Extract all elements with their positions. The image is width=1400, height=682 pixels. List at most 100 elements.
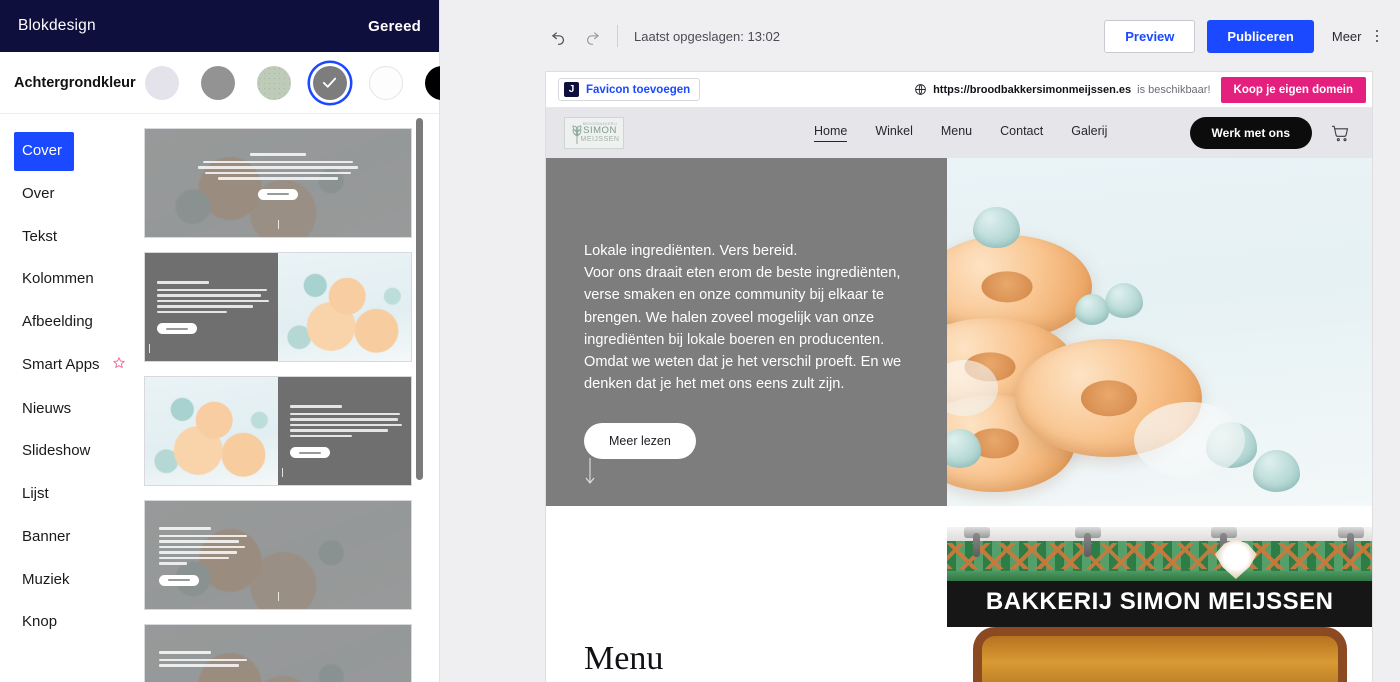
read-more-button[interactable]: Meer lezen <box>584 423 696 460</box>
nav-link-galerij[interactable]: Galerij <box>1071 124 1107 142</box>
block-item-label: Kolommen <box>22 270 94 288</box>
domain-url-text: https://broodbakkersimonmeijssen.es <box>933 83 1132 96</box>
block-item-knop[interactable]: Knop <box>0 603 140 642</box>
color-swatch-group <box>136 63 462 103</box>
layout-thumbnail[interactable] <box>144 376 412 486</box>
block-item-cover[interactable]: Cover <box>14 132 74 171</box>
thumbnail-text-lines <box>159 651 279 670</box>
site-preview-canvas: J Favicon toevoegen https://broodbakkers… <box>440 72 1400 682</box>
block-item-label: Cover <box>22 142 63 159</box>
panel-body: Cover Over Tekst Kolommen Afbeelding Smart Ap… <box>0 114 439 682</box>
preview-button[interactable]: Preview <box>1104 19 1196 53</box>
block-item-label: Over <box>22 184 55 202</box>
panel-title: Blokdesign <box>18 17 96 34</box>
layout-thumbnail[interactable] <box>144 500 412 610</box>
block-item-smart-apps[interactable]: Smart Apps <box>0 346 140 386</box>
block-item-afbeelding[interactable]: Afbeelding <box>0 303 140 342</box>
block-item-label: Knop <box>22 613 58 631</box>
buy-domain-button[interactable]: Koop je eigen domein <box>1220 76 1366 103</box>
color-swatch-dark-gray[interactable] <box>310 63 350 103</box>
thumbnail-button <box>258 188 298 200</box>
more-label[interactable]: Meer <box>1326 29 1362 44</box>
block-item-label: Afbeelding <box>22 313 93 330</box>
block-item-nieuws[interactable]: Nieuws <box>0 390 140 429</box>
hero-heading: Lokale ingrediënten. Vers bereid. <box>584 243 798 259</box>
editor-toolbar: Laatst opgeslagen: 13:02 Preview Publice… <box>440 0 1400 72</box>
storefront-sign-text: BAKKERIJ SIMON MEIJSSEN <box>985 588 1334 615</box>
color-swatch-mid-gray[interactable] <box>198 63 238 103</box>
nav-link-contact[interactable]: Contact <box>1000 124 1043 142</box>
block-item-muziek[interactable]: Muziek <box>0 561 140 600</box>
panel-scrollbar-thumb[interactable] <box>416 118 423 480</box>
site-navigation: BROODBAKKERIJ SIMON MEIJSSEN Home Winkel M… <box>546 108 1372 158</box>
layout-thumbnail[interactable] <box>144 624 412 682</box>
block-item-label: Lijst <box>22 485 49 502</box>
panel-header: Blokdesign Gereed <box>0 0 439 52</box>
menu-section[interactable]: Menu Goed eten brengt mensen bij elkaar.… <box>546 602 948 682</box>
star-icon <box>112 356 126 376</box>
block-item-label: Banner <box>22 527 71 545</box>
thumbnail-button <box>290 447 330 458</box>
hero-body: Voor ons draait eten erom de beste ingre… <box>584 265 902 393</box>
color-swatch-sage-dotted[interactable] <box>254 63 294 103</box>
thumbnail-text-lines <box>159 527 279 586</box>
menu-title: Menu <box>584 640 664 677</box>
add-favicon-button[interactable]: J Favicon toevoegen <box>558 78 701 101</box>
block-item-lijst[interactable]: Lijst <box>0 475 140 514</box>
nav-links: Home Winkel Menu Contact Galerij <box>814 124 1107 142</box>
done-button[interactable]: Gereed <box>368 18 421 35</box>
swatch-fill <box>200 65 235 100</box>
block-item-label: Nieuws <box>22 399 72 417</box>
block-item-over[interactable]: Over <box>0 175 140 214</box>
nav-link-winkel[interactable]: Winkel <box>875 124 913 142</box>
thumbnail-text-lines <box>193 153 363 200</box>
shopping-cart-icon[interactable] <box>1330 123 1350 143</box>
thumbnail-text-side <box>145 253 278 361</box>
add-favicon-label: Favicon toevoegen <box>586 83 691 96</box>
toolbar-actions: Preview Publiceren Meer <box>1104 19 1381 53</box>
block-type-list: Cover Over Tekst Kolommen Afbeelding Smart Ap… <box>0 114 140 682</box>
panel-scrollbar-track[interactable] <box>416 114 431 682</box>
background-color-label: Achtergrondkleur <box>14 74 136 91</box>
block-item-label: Tekst <box>22 227 58 245</box>
last-saved-label: Laatst opgeslagen: 13:02 <box>634 28 781 44</box>
toolbar-divider <box>617 25 618 47</box>
block-item-tekst[interactable]: Tekst <box>0 218 140 257</box>
domain-bar: J Favicon toevoegen https://broodbakkers… <box>546 72 1372 108</box>
storefront-image: BAKKERIJ SIMON MEIJSSEN <box>947 527 1372 682</box>
redo-icon[interactable] <box>579 23 605 49</box>
logo-main-text: SIMON <box>583 125 617 137</box>
logo-bottom-text: MEIJSSEN <box>580 135 620 143</box>
undo-icon[interactable] <box>545 23 571 49</box>
thumbnail-button <box>159 574 199 586</box>
editor-canvas-area: Laatst opgeslagen: 13:02 Preview Publice… <box>440 0 1400 682</box>
nav-link-menu[interactable]: Menu <box>941 124 972 142</box>
block-item-kolommen[interactable]: Kolommen <box>0 260 140 299</box>
hero-text-block[interactable]: Lokale ingrediënten. Vers bereid. Voor o… <box>546 158 948 506</box>
swatch-fill <box>256 65 291 100</box>
hero-image[interactable] <box>947 158 1372 506</box>
hero-section: Lokale ingrediënten. Vers bereid. Voor o… <box>546 158 1372 506</box>
thumbnail-image-side <box>278 253 411 361</box>
editor-app: Blokdesign Gereed Achtergrondkleur Cover… <box>0 0 1400 682</box>
swatch-fill <box>312 65 347 100</box>
site-logo[interactable]: BROODBAKKERIJ SIMON MEIJSSEN <box>564 117 624 149</box>
color-swatch-lavender-white[interactable] <box>142 63 182 103</box>
layout-thumbnail-list <box>140 114 439 682</box>
swatch-fill <box>368 65 403 100</box>
layout-thumbnail[interactable] <box>144 128 412 238</box>
domain-availability: https://broodbakkersimonmeijssen.es is b… <box>914 83 1211 96</box>
work-with-us-button[interactable]: Werk met ons <box>1189 117 1312 149</box>
globe-icon <box>914 83 927 96</box>
layout-thumbnail[interactable] <box>144 252 412 362</box>
block-item-banner[interactable]: Banner <box>0 518 140 557</box>
more-options-icon[interactable] <box>1374 26 1381 47</box>
thumbnail-image-side <box>145 377 278 485</box>
publish-button[interactable]: Publiceren <box>1207 19 1314 53</box>
color-swatch-white[interactable] <box>366 63 406 103</box>
swatch-fill <box>144 65 179 100</box>
site-frame: J Favicon toevoegen https://broodbakkers… <box>546 72 1372 682</box>
arrow-down-icon[interactable] <box>584 458 596 484</box>
block-item-slideshow[interactable]: Slideshow <box>0 432 140 471</box>
nav-link-home[interactable]: Home <box>814 124 848 142</box>
